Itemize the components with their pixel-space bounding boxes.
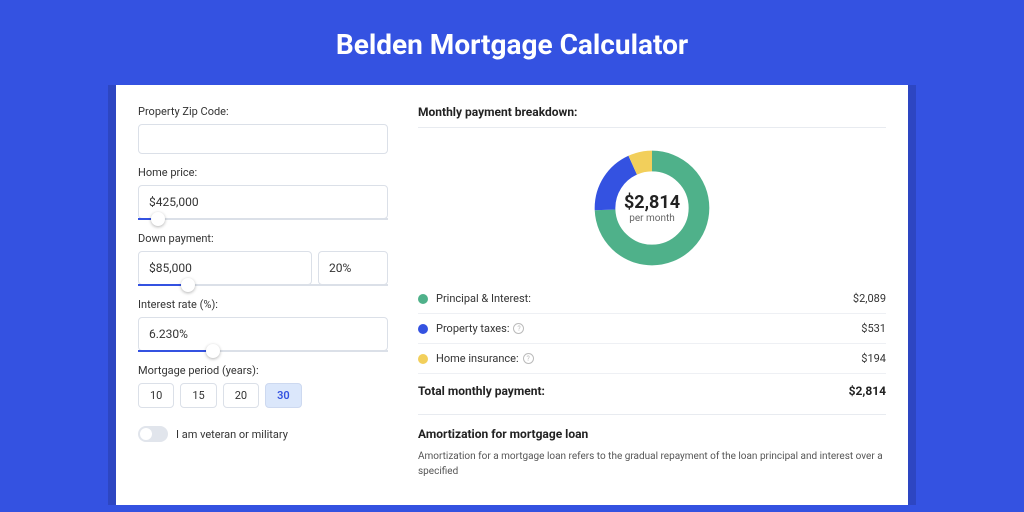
breakdown-value: $2,089 bbox=[853, 292, 886, 305]
down-slider-thumb[interactable] bbox=[181, 278, 195, 292]
zip-field: Property Zip Code: bbox=[138, 105, 388, 154]
rate-slider-thumb[interactable] bbox=[206, 344, 220, 358]
breakdown-label: Principal & Interest: bbox=[436, 292, 853, 305]
breakdown-panel: Monthly payment breakdown: $2,814 per mo… bbox=[418, 105, 886, 505]
period-btn-15[interactable]: 15 bbox=[180, 383, 216, 408]
price-slider-thumb[interactable] bbox=[151, 212, 165, 226]
down-label: Down payment: bbox=[138, 232, 388, 245]
breakdown-row: Home insurance:?$194 bbox=[418, 344, 886, 374]
veteran-toggle[interactable] bbox=[138, 426, 168, 442]
amortization-section: Amortization for mortgage loan Amortizat… bbox=[418, 414, 886, 479]
price-field: Home price: bbox=[138, 166, 388, 220]
breakdown-value: $194 bbox=[861, 352, 886, 365]
breakdown-label: Home insurance:? bbox=[436, 352, 861, 365]
breakdown-label: Property taxes:? bbox=[436, 322, 861, 335]
breakdown-row: Property taxes:?$531 bbox=[418, 314, 886, 344]
breakdown-title: Monthly payment breakdown: bbox=[418, 105, 886, 128]
period-btn-10[interactable]: 10 bbox=[138, 383, 174, 408]
info-icon[interactable]: ? bbox=[523, 353, 534, 364]
rate-input[interactable] bbox=[138, 317, 388, 351]
page-title: Belden Mortgage Calculator bbox=[108, 0, 916, 85]
form-panel: Property Zip Code: Home price: Down paym… bbox=[138, 105, 388, 505]
down-slider[interactable] bbox=[138, 284, 388, 286]
legend-dot bbox=[418, 354, 428, 364]
price-slider[interactable] bbox=[138, 218, 388, 220]
down-field: Down payment: bbox=[138, 232, 388, 286]
amort-text: Amortization for a mortgage loan refers … bbox=[418, 449, 886, 479]
calculator-card: Property Zip Code: Home price: Down paym… bbox=[108, 85, 916, 505]
period-btn-30[interactable]: 30 bbox=[265, 383, 302, 408]
amort-title: Amortization for mortgage loan bbox=[418, 427, 886, 441]
period-label: Mortgage period (years): bbox=[138, 364, 388, 377]
breakdown-value: $531 bbox=[861, 322, 886, 335]
rate-slider[interactable] bbox=[138, 350, 388, 352]
zip-input[interactable] bbox=[138, 124, 388, 154]
donut-sub: per month bbox=[629, 213, 675, 224]
legend-dot bbox=[418, 294, 428, 304]
veteran-label: I am veteran or military bbox=[176, 428, 288, 441]
breakdown-row: Principal & Interest:$2,089 bbox=[418, 284, 886, 314]
veteran-row: I am veteran or military bbox=[138, 426, 388, 442]
legend-dot bbox=[418, 324, 428, 334]
rate-label: Interest rate (%): bbox=[138, 298, 388, 311]
zip-label: Property Zip Code: bbox=[138, 105, 388, 118]
down-pct-input[interactable] bbox=[318, 251, 388, 285]
rate-field: Interest rate (%): bbox=[138, 298, 388, 352]
donut-amount: $2,814 bbox=[624, 192, 680, 213]
total-value: $2,814 bbox=[849, 384, 886, 398]
price-input[interactable] bbox=[138, 185, 388, 219]
total-label: Total monthly payment: bbox=[418, 384, 849, 398]
down-amount-input[interactable] bbox=[138, 251, 312, 285]
period-field: Mortgage period (years): 1015 2030 bbox=[138, 364, 388, 408]
price-label: Home price: bbox=[138, 166, 388, 179]
donut-chart: $2,814 per month bbox=[418, 136, 886, 284]
total-row: Total monthly payment: $2,814 bbox=[418, 374, 886, 414]
info-icon[interactable]: ? bbox=[513, 323, 524, 334]
period-btn-20[interactable]: 20 bbox=[223, 383, 259, 408]
